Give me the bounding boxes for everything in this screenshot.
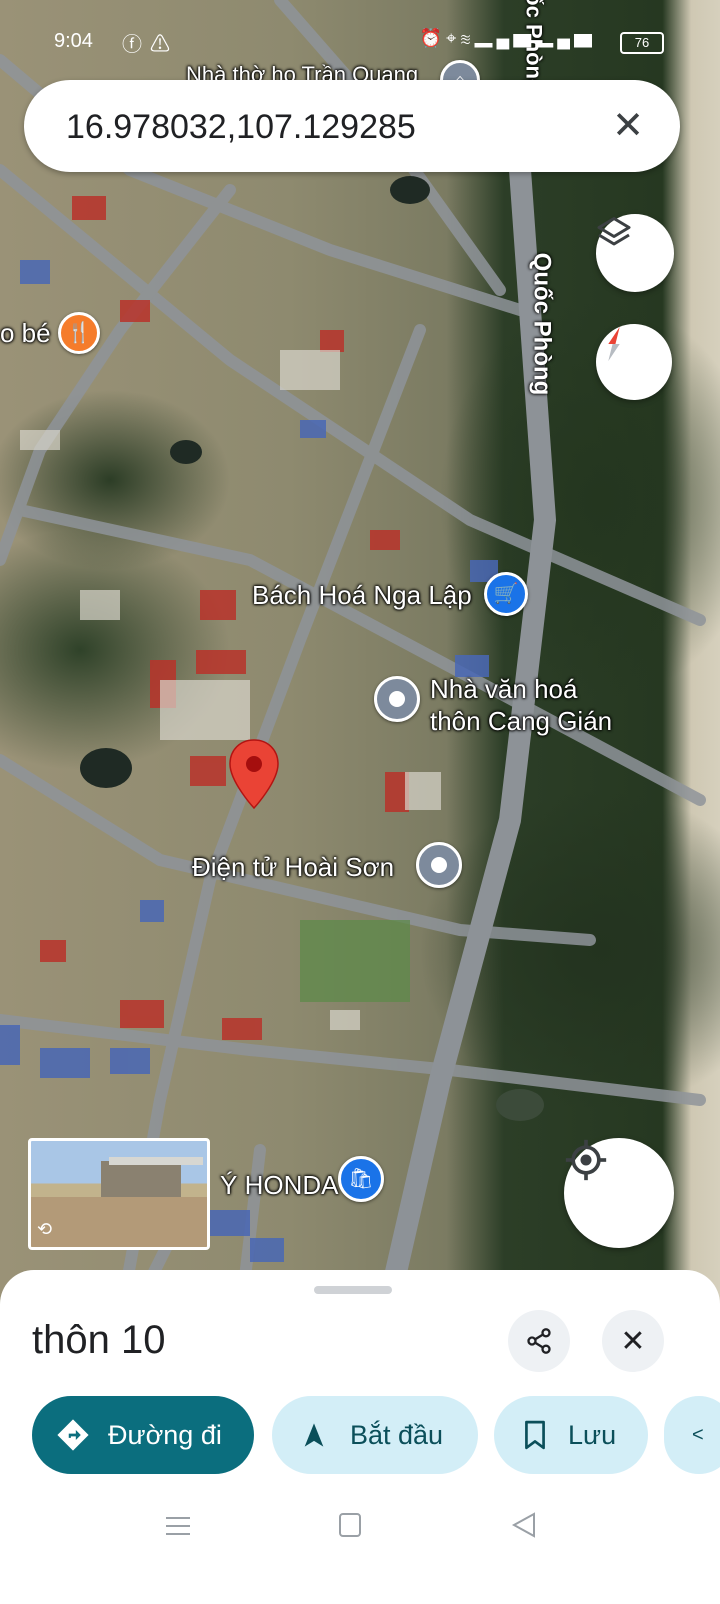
wifi-icon: ≋	[460, 28, 475, 48]
compass-button[interactable]	[596, 324, 672, 400]
share-icon	[527, 1328, 551, 1354]
bookmark-icon	[525, 1420, 545, 1450]
poi-label[interactable]: thôn Cang Gián	[430, 706, 612, 737]
poi-label[interactable]: Bách Hoá Nga Lập	[252, 580, 472, 611]
street-view-icon: ⟲	[37, 1219, 53, 1239]
share-button[interactable]	[508, 1310, 570, 1372]
clear-search-button[interactable]: ✕	[604, 102, 652, 150]
navigation-icon	[304, 1423, 324, 1447]
place-title: thôn 10	[32, 1318, 166, 1362]
layers-button[interactable]	[596, 214, 674, 292]
system-nav-bar	[0, 1500, 720, 1560]
landmark-icon[interactable]	[374, 676, 420, 722]
restaurant-icon[interactable]: 🍴	[58, 312, 100, 354]
battery-indicator: 76	[620, 32, 664, 54]
home-icon	[339, 1513, 361, 1537]
poi-label[interactable]: o bé	[0, 318, 51, 349]
poi-label[interactable]: Ý HONDA	[220, 1170, 338, 1201]
crosshair-icon	[565, 1139, 607, 1181]
close-icon: ✕	[620, 1324, 646, 1358]
warning-icon: ⚠	[150, 34, 178, 56]
search-bar[interactable]: ✕	[24, 80, 680, 172]
map-view[interactable]: Quốc Phòng Quốc Phòng Nhà thờ họ Trần Qu…	[0, 0, 720, 1320]
landmark-icon[interactable]	[416, 842, 462, 888]
signal-icon: ▂▄▆	[535, 28, 596, 48]
road-label: Quốc Phòng	[528, 252, 556, 396]
alarm-icon: ⏰	[419, 28, 447, 48]
menu-icon	[166, 1517, 190, 1535]
start-button[interactable]: Bắt đầu	[272, 1396, 478, 1474]
shopping-bag-icon[interactable]: 🛍	[338, 1156, 384, 1202]
poi-label[interactable]: Nhà văn hoá	[430, 674, 577, 705]
status-bar: 9:04 ⓕ⚠ ⏰⌖≋▂▄▆▂▄▆ 76	[0, 26, 720, 60]
poi-label[interactable]: Điện tử Hoài Sơn	[192, 852, 394, 883]
facebook-icon: ⓕ	[122, 34, 150, 56]
signal-icon: ▂▄▆	[474, 28, 536, 48]
map-roads	[0, 0, 706, 1320]
status-time: 9:04	[54, 30, 93, 52]
location-pin-icon[interactable]	[228, 738, 280, 810]
close-icon: ✕	[612, 105, 644, 147]
save-button[interactable]: Lưu	[494, 1396, 648, 1474]
compass-icon	[608, 326, 620, 362]
share-icon: <	[692, 1423, 704, 1446]
location-icon: ⌖	[446, 28, 461, 48]
directions-button[interactable]: Đường đi	[32, 1396, 254, 1474]
street-view-thumbnail[interactable]: ⟲	[28, 1138, 210, 1250]
back-icon	[511, 1512, 535, 1538]
search-input[interactable]	[64, 98, 608, 156]
more-actions-chip[interactable]: <	[664, 1396, 720, 1474]
close-sheet-button[interactable]: ✕	[602, 1310, 664, 1372]
layers-icon	[597, 217, 631, 246]
shopping-cart-icon[interactable]: 🛒	[484, 572, 528, 616]
drag-handle[interactable]	[314, 1286, 392, 1294]
my-location-button[interactable]	[564, 1138, 674, 1248]
directions-icon	[57, 1419, 89, 1451]
